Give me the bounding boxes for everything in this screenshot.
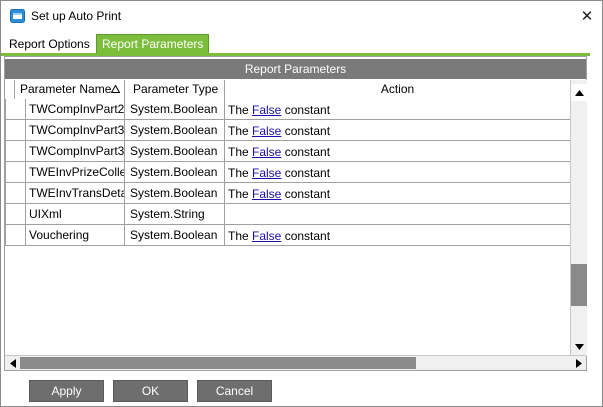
parameter-name-cell[interactable]: Vouchering (26, 225, 125, 245)
dialog-window: Set up Auto Print ✕ Report Options Repor… (0, 0, 603, 407)
action-prefix: The (228, 103, 253, 117)
tab-report-options[interactable]: Report Options (5, 33, 94, 55)
false-constant-link[interactable]: False (252, 166, 281, 180)
action-cell[interactable] (225, 204, 570, 224)
table-row[interactable]: TWEInvPrizeColle System.Boolean The Fals… (5, 162, 570, 183)
scroll-down-button[interactable] (571, 338, 587, 356)
action-prefix: The (228, 187, 253, 201)
column-header-label: Parameter Name (20, 82, 112, 96)
parameter-type-cell[interactable]: System.String (125, 204, 225, 224)
table-row[interactable]: TWCompInvPart2 System.Boolean The False … (5, 99, 570, 120)
parameter-name-cell[interactable]: TWCompInvPart3 (26, 120, 125, 140)
row-indicator[interactable] (5, 120, 26, 140)
column-header-parameter-type[interactable]: Parameter Type (125, 80, 225, 99)
action-prefix: The (228, 145, 253, 159)
action-suffix: constant (281, 187, 331, 201)
sort-ascending-icon (111, 85, 120, 93)
false-constant-link[interactable]: False (252, 187, 281, 201)
scroll-up-button[interactable] (571, 84, 587, 101)
table-row[interactable]: TWEInvTransDeta System.Boolean The False… (5, 183, 570, 204)
parameter-name-cell[interactable]: TWCompInvPart3 (26, 141, 125, 161)
action-prefix: The (228, 124, 253, 138)
parameter-type-cell[interactable]: System.Boolean (125, 225, 225, 245)
action-cell[interactable]: The False constant (225, 183, 570, 203)
column-header-action[interactable]: Action (225, 80, 570, 99)
tab-strip: Report Options Report Parameters (1, 31, 590, 55)
scroll-right-button[interactable] (571, 356, 586, 370)
parameter-type-cell[interactable]: System.Boolean (125, 162, 225, 182)
column-header-parameter-name[interactable]: Parameter Name (15, 80, 125, 99)
action-suffix: constant (281, 145, 331, 159)
row-indicator[interactable] (5, 183, 26, 203)
parameter-name-cell[interactable]: UIXml (26, 204, 125, 224)
action-suffix: constant (281, 166, 331, 180)
ok-button[interactable]: OK (113, 380, 188, 402)
grid-rows: TWCompInvPart2 System.Boolean The False … (5, 99, 570, 246)
action-suffix: constant (281, 229, 331, 243)
action-cell[interactable]: The False constant (225, 99, 570, 119)
scroll-left-button[interactable] (5, 356, 20, 370)
vertical-scroll-thumb[interactable] (571, 264, 587, 306)
action-cell[interactable]: The False constant (225, 141, 570, 161)
scroll-right-icon (575, 358, 582, 368)
scroll-down-icon (574, 344, 584, 350)
row-indicator[interactable] (5, 162, 26, 182)
parameter-type-cell[interactable]: System.Boolean (125, 141, 225, 161)
table-row[interactable]: UIXml System.String (5, 204, 570, 225)
app-window-icon (10, 9, 25, 23)
column-header-label: Action (380, 82, 415, 96)
action-cell[interactable]: The False constant (225, 120, 570, 140)
row-indicator[interactable] (5, 225, 26, 245)
action-prefix: The (228, 166, 253, 180)
cancel-button[interactable]: Cancel (197, 380, 272, 402)
tab-report-parameters[interactable]: Report Parameters (96, 34, 210, 55)
vertical-scrollbar[interactable] (570, 80, 587, 356)
row-indicator[interactable] (5, 99, 26, 119)
false-constant-link[interactable]: False (252, 229, 281, 243)
table-row[interactable]: TWCompInvPart3 System.Boolean The False … (5, 141, 570, 162)
apply-button[interactable]: Apply (29, 380, 104, 402)
parameter-name-cell[interactable]: TWEInvTransDeta (26, 183, 125, 203)
scroll-left-icon (9, 358, 16, 368)
tab-label: Report Parameters (102, 37, 204, 51)
parameter-name-cell[interactable]: TWCompInvPart2 (26, 99, 125, 119)
parameters-panel: Report Parameters Parameter Name Paramet… (4, 56, 587, 371)
parameter-type-cell[interactable]: System.Boolean (125, 99, 225, 119)
grid-header: Parameter Name Parameter Type Action (5, 80, 570, 99)
row-indicator-header (5, 80, 15, 99)
close-icon: ✕ (580, 8, 594, 25)
false-constant-link[interactable]: False (252, 124, 281, 138)
action-suffix: constant (281, 103, 331, 117)
false-constant-link[interactable]: False (252, 145, 281, 159)
tab-label: Report Options (9, 37, 90, 51)
action-suffix: constant (281, 124, 331, 138)
scroll-up-icon (574, 89, 584, 96)
table-row[interactable]: Vouchering System.Boolean The False cons… (5, 225, 570, 246)
right-gutter (590, 31, 602, 371)
action-cell[interactable]: The False constant (225, 162, 570, 182)
row-indicator[interactable] (5, 141, 26, 161)
action-prefix: The (228, 229, 253, 243)
false-constant-link[interactable]: False (252, 103, 281, 117)
row-indicator[interactable] (5, 204, 26, 224)
column-header-label: Parameter Type (133, 82, 219, 96)
parameter-type-cell[interactable]: System.Boolean (125, 120, 225, 140)
window-title: Set up Auto Print (31, 9, 122, 23)
horizontal-scroll-thumb[interactable] (20, 357, 416, 369)
parameter-name-cell[interactable]: TWEInvPrizeColle (26, 162, 125, 182)
grid-caption: Report Parameters (5, 59, 586, 79)
close-button[interactable]: ✕ (572, 1, 602, 31)
title-bar: Set up Auto Print ✕ (1, 1, 602, 31)
horizontal-scrollbar[interactable] (5, 355, 586, 370)
table-row[interactable]: TWCompInvPart3 System.Boolean The False … (5, 120, 570, 141)
parameter-type-cell[interactable]: System.Boolean (125, 183, 225, 203)
action-cell[interactable]: The False constant (225, 225, 570, 245)
